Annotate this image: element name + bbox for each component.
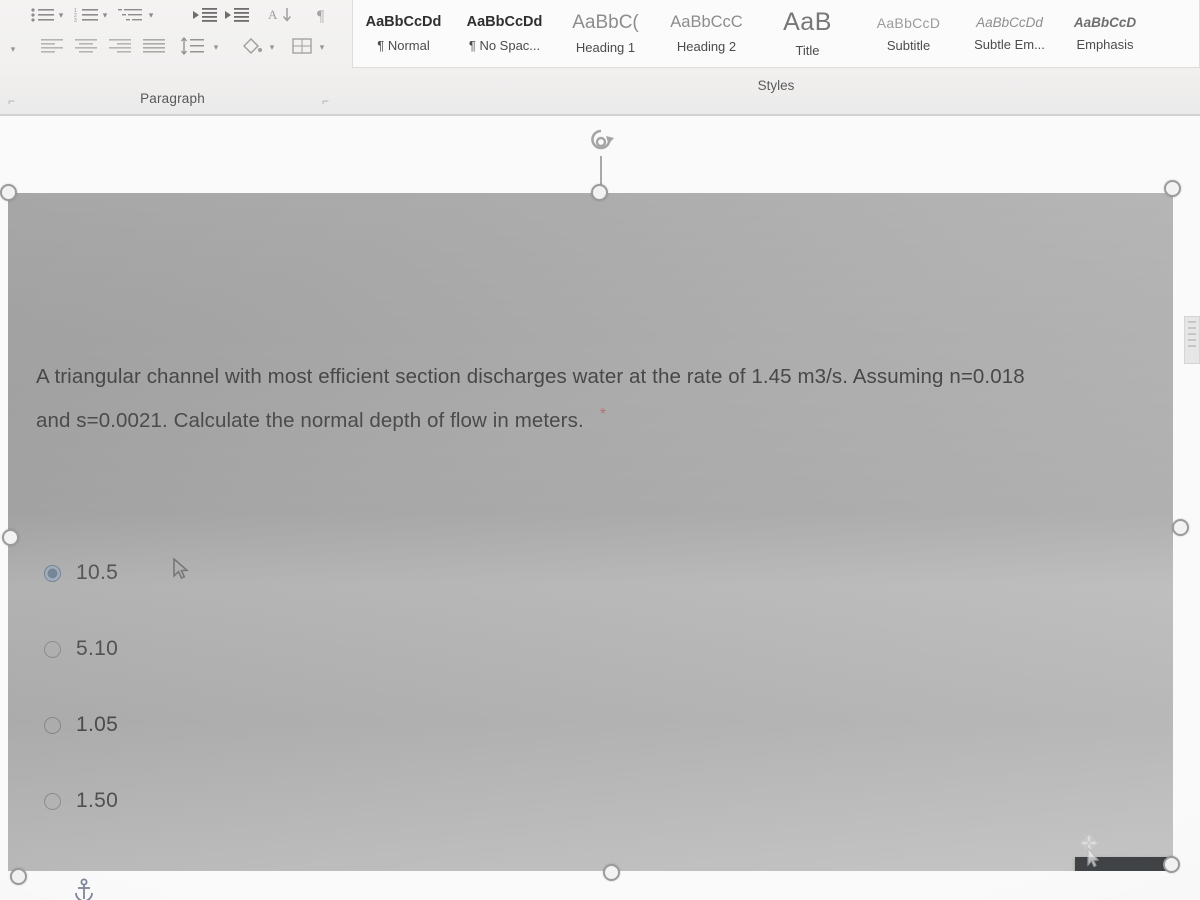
style-item-heading-1[interactable]: AaBbC( Heading 1 — [555, 0, 656, 67]
justify-icon[interactable] — [140, 34, 168, 58]
paragraph-row-1: ▾ 123 ▾ ▾ A ¶ — [0, 2, 345, 30]
answer-option-label: 10.5 — [76, 561, 119, 584]
style-name: Heading 1 — [575, 40, 636, 55]
style-preview: AaBbCcDd — [976, 14, 1043, 30]
align-right-icon[interactable] — [106, 34, 134, 58]
resize-handle-top-right[interactable] — [1164, 180, 1181, 197]
embedded-quiz-screenshot[interactable]: A triangular channel with most efficient… — [8, 193, 1173, 871]
next-button[interactable]: Next › — [1075, 857, 1173, 871]
line-spacing-icon[interactable] — [178, 34, 208, 58]
styles-group-label: Styles — [757, 78, 795, 93]
style-preview: AaBbCcDd — [365, 14, 442, 31]
question-line-2-wrap: and s=0.0021. Calculate the normal depth… — [36, 396, 1146, 440]
document-canvas[interactable]: A triangular channel with most efficient… — [0, 116, 1200, 900]
ribbon: ▾ 123 ▾ ▾ A ¶ ▾ ▾ ▾ ▾ ⌐ Paragraph ⌐ AaBb… — [0, 0, 1200, 116]
resize-handle-top-left[interactable] — [0, 184, 17, 201]
object-anchor-icon — [75, 878, 93, 900]
radio-button-icon[interactable] — [44, 792, 61, 810]
svg-text:¶: ¶ — [317, 8, 325, 24]
style-preview: AaBbC( — [572, 12, 639, 33]
question-text: A triangular channel with most efficient… — [36, 358, 1146, 440]
resize-handle-middle-right[interactable] — [1172, 519, 1189, 536]
resize-handle-middle-left[interactable] — [2, 529, 19, 546]
svg-text:A: A — [268, 7, 278, 22]
ribbon-group-styles: AaBbCcDd ¶ Normal AaBbCcDd ¶ No Spac... AaBb… — [352, 0, 1200, 114]
style-preview: AaBbCcDd — [466, 14, 543, 31]
style-name: ¶ Normal — [377, 37, 430, 53]
radio-button-icon[interactable] — [44, 716, 61, 734]
radio-button-icon[interactable] — [44, 640, 61, 658]
styles-gallery[interactable]: AaBbCcDd ¶ Normal AaBbCcDd ¶ No Spac... AaBb… — [352, 0, 1200, 68]
numbering-dropdown-chevron-icon[interactable]: ▾ — [100, 8, 110, 22]
multilevel-list-icon[interactable] — [116, 4, 146, 26]
style-name: Heading 2 — [676, 38, 737, 54]
scroll-edge-widget[interactable] — [1184, 316, 1200, 364]
svg-text:3: 3 — [74, 18, 77, 23]
paragraph-row-2: ▾ ▾ ▾ ▾ — [0, 32, 345, 62]
paragraph-group-label: Paragraph — [140, 91, 205, 106]
style-preview: AaBbCcD — [1073, 14, 1137, 30]
required-asterisk: * — [599, 406, 607, 423]
borders-icon[interactable] — [288, 34, 316, 58]
answer-option[interactable]: 1.05 — [44, 687, 444, 763]
style-item-subtle-em[interactable]: AaBbCcDd Subtle Em... — [959, 0, 1060, 67]
resize-handle-top-center[interactable] — [591, 184, 608, 201]
bullets-dropdown-chevron-icon[interactable]: ▾ — [56, 8, 66, 22]
style-item-subtitle[interactable]: AaBbCcD Subtitle — [858, 0, 959, 67]
increase-indent-icon[interactable] — [222, 3, 252, 27]
resize-handle-bottom-center[interactable] — [603, 864, 620, 881]
style-name: Emphasis — [1076, 37, 1134, 53]
style-item-normal[interactable]: AaBbCcDd ¶ Normal — [353, 0, 454, 67]
decrease-indent-icon[interactable] — [190, 3, 220, 27]
paragraph-dialog-launcher[interactable]: ⌐ — [322, 94, 329, 108]
answer-option[interactable]: 5.10 — [44, 611, 444, 687]
borders-chevron-icon[interactable]: ▾ — [316, 40, 328, 54]
sort-icon[interactable]: A — [266, 3, 296, 27]
style-preview: AaBbCcD — [876, 14, 941, 31]
style-preview: AaB — [783, 8, 832, 36]
rotate-handle-icon[interactable] — [584, 125, 618, 159]
numbering-icon[interactable]: 123 — [72, 4, 102, 26]
radio-button-icon[interactable] — [44, 564, 61, 582]
resize-handle-bottom-left[interactable] — [10, 868, 27, 885]
ribbon-group-paragraph: ▾ 123 ▾ ▾ A ¶ ▾ ▾ ▾ ▾ ⌐ Paragraph ⌐ — [0, 0, 345, 114]
shading-chevron-icon[interactable]: ▾ — [266, 40, 278, 54]
show-formatting-marks-icon[interactable]: ¶ — [310, 3, 338, 27]
style-name: Subtle Em... — [974, 37, 1045, 53]
screenshot-root: ▾ 123 ▾ ▾ A ¶ ▾ ▾ ▾ ▾ ⌐ Paragraph ⌐ AaBb… — [0, 0, 1200, 900]
style-item-title[interactable]: AaB Title — [757, 0, 858, 67]
line-spacing-chevron-icon[interactable]: ▾ — [210, 40, 222, 54]
style-item-heading-2[interactable]: AaBbCcC Heading 2 — [656, 0, 757, 67]
style-name: Subtitle — [886, 37, 931, 53]
style-item-emphasis[interactable]: AaBbCcD Emphasis — [1060, 0, 1150, 67]
answer-options-list[interactable]: 10.5 5.10 1.05 1.50 — [44, 535, 444, 839]
answer-option[interactable]: 1.50 — [44, 763, 444, 839]
align-center-icon[interactable] — [72, 34, 100, 58]
align-left-icon[interactable] — [38, 34, 66, 58]
style-name: Title — [795, 43, 820, 58]
question-line-2: and s=0.0021. Calculate the normal depth… — [36, 408, 584, 432]
resize-handle-bottom-right[interactable] — [1163, 856, 1180, 873]
answer-option-label: 1.05 — [76, 713, 119, 736]
shading-bucket-icon[interactable] — [238, 34, 266, 58]
answer-option-label: 1.50 — [76, 789, 119, 812]
style-name: ¶ No Spac... — [468, 37, 541, 53]
borders-dropdown-chevron-icon[interactable]: ▾ — [6, 42, 20, 56]
answer-option-label: 5.10 — [76, 637, 119, 660]
multilevel-dropdown-chevron-icon[interactable]: ▾ — [146, 8, 156, 22]
answer-option[interactable]: 10.5 — [44, 535, 444, 611]
question-line-1: A triangular channel with most efficient… — [36, 365, 1025, 388]
style-preview: AaBbCcC — [670, 13, 743, 32]
style-item-no-spac[interactable]: AaBbCcDd ¶ No Spac... — [454, 0, 555, 67]
bullets-icon[interactable] — [28, 4, 58, 26]
